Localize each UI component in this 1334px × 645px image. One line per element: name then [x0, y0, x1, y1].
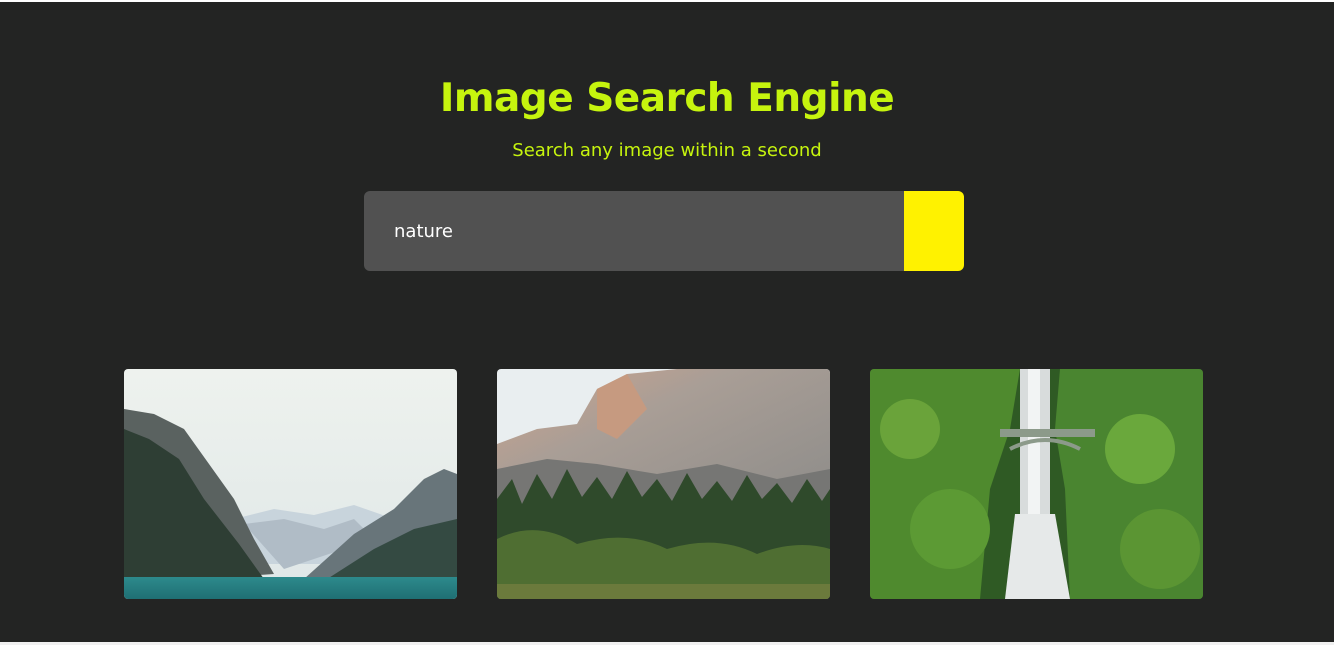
cliff-forest-image: [497, 369, 830, 599]
page-title: Image Search Engine: [439, 76, 895, 121]
search-button[interactable]: [904, 191, 964, 271]
search-input[interactable]: [364, 191, 904, 271]
page-subtitle: Search any image within a second: [512, 140, 822, 161]
result-image-2[interactable]: [497, 369, 830, 599]
mountain-lake-image: [124, 369, 457, 599]
result-image-1[interactable]: [124, 369, 457, 599]
result-image-3[interactable]: [870, 369, 1203, 599]
waterfall-image: [870, 369, 1203, 599]
search-bar: [364, 191, 964, 271]
